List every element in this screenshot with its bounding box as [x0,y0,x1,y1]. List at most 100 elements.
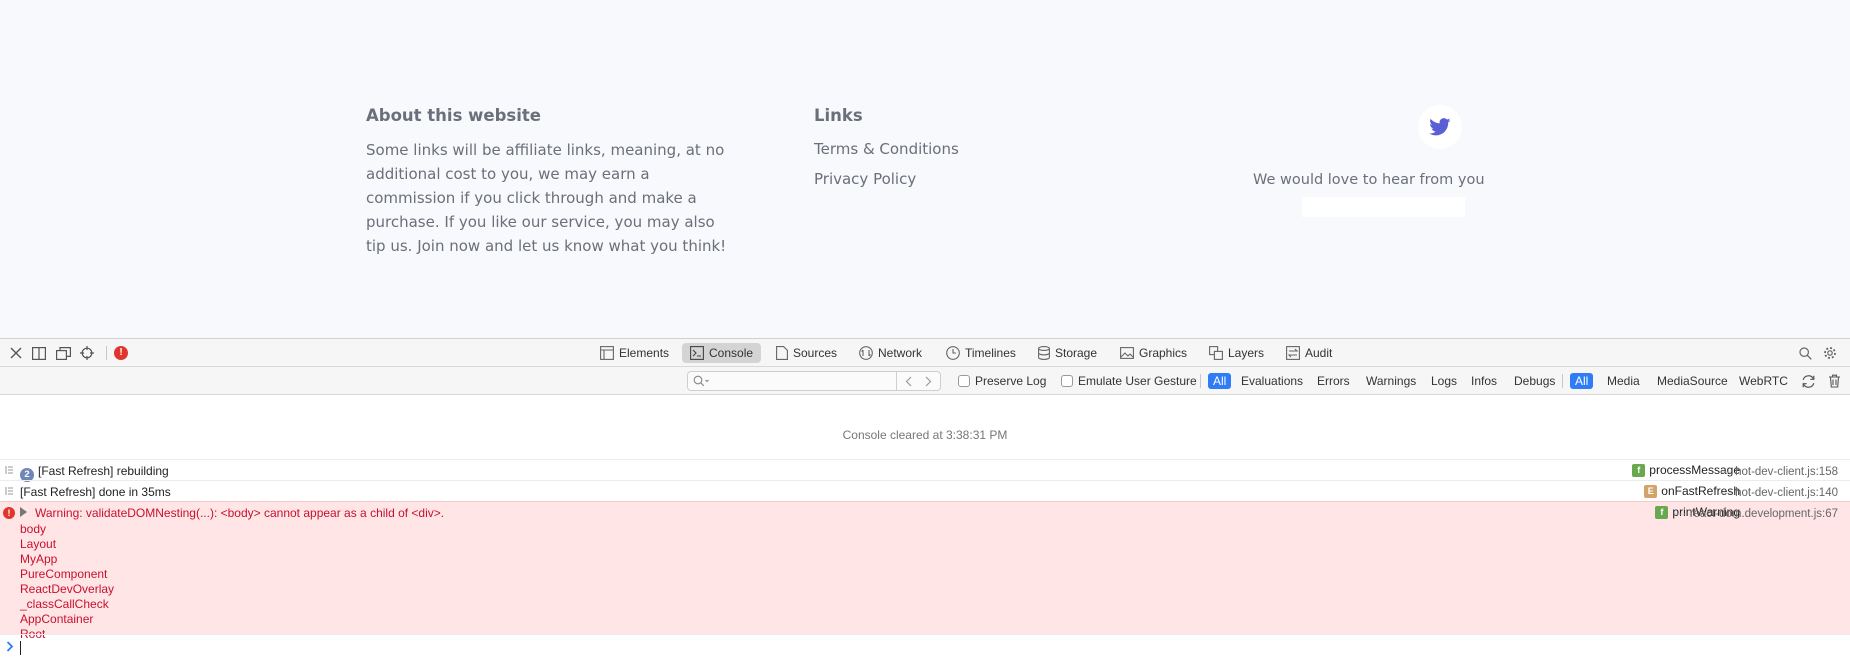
console-output: Console cleared at 3:38:31 PM 2 [Fast Ref… [0,396,1850,667]
network-icon [859,346,873,360]
event-badge-icon: E [1644,484,1658,498]
tab-storage[interactable]: Storage [1030,343,1105,363]
stack-frame: AppContainer [20,612,94,626]
source-location-link[interactable]: — hot-dev-client.js:158 [1720,466,1838,478]
error-indicator-icon[interactable]: ! [114,346,128,360]
filter-divider [1562,374,1563,388]
clear-console-icon[interactable] [1826,373,1842,389]
tab-graphics[interactable]: Graphics [1112,343,1195,363]
console-message-row[interactable]: [Fast Refresh] done in 35ms E onFastRefr… [0,480,1850,501]
message-text: [Fast Refresh] done in 35ms [20,485,171,499]
console-filter-bar: Preserve Log Emulate User Gesture All Ev… [0,367,1850,395]
tab-layers[interactable]: Layers [1201,343,1272,363]
console-icon [690,346,704,360]
previous-match-icon[interactable] [899,373,917,389]
console-input[interactable] [22,639,1822,657]
contact-form-placeholder [1302,197,1465,217]
location-text: react-dom.development.js:67 [1689,508,1838,520]
filter-divider [1200,374,1201,388]
filter-webrtc[interactable]: WebRTC [1734,373,1793,389]
search-icon[interactable] [1797,345,1813,361]
tab-network[interactable]: Network [851,343,930,363]
filter-search-input[interactable] [688,372,888,390]
console-cleared-notice: Console cleared at 3:38:31 PM [842,428,1008,442]
filter-search-icon [693,375,709,387]
timelines-icon [946,346,960,360]
error-message-text[interactable]: Warning: validateDOMNesting(...): <body>… [35,506,444,520]
log-entry-icon [5,487,13,495]
preserve-log-checkbox[interactable]: Preserve Log [958,374,1046,388]
twitter-bird-icon [1429,118,1451,136]
filter-infos[interactable]: Infos [1466,373,1502,389]
tab-label: Network [878,346,923,360]
stack-frame: ReactDevOverlay [20,582,115,596]
twitter-button[interactable] [1418,105,1462,149]
location-text: hot-dev-client.js:140 [1735,487,1838,499]
source-location-link[interactable]: — react-dom.development.js:67 [1674,508,1838,520]
stack-frame: _classCallCheck [20,597,109,611]
checkbox-box [1061,375,1073,387]
storage-icon [1038,346,1050,360]
tab-timelines[interactable]: Timelines [938,343,1024,363]
tab-label: Sources [793,346,838,360]
filter-media[interactable]: Media [1602,373,1645,389]
privacy-link[interactable]: Privacy Policy [814,170,916,188]
audit-icon [1286,346,1300,360]
inspector-tab-bar: ! Elements Console Sources Network Timel… [0,339,1850,367]
graphics-icon [1120,347,1134,359]
checkbox-box [958,375,970,387]
expand-triangle-icon[interactable] [20,507,27,517]
toolbar-divider [106,346,107,360]
filter-debugs[interactable]: Debugs [1509,373,1560,389]
console-error-row[interactable]: ! Warning: validateDOMNesting(...): <bod… [0,501,1850,641]
close-icon[interactable] [8,345,24,361]
filter-mediasource[interactable]: MediaSource [1652,373,1733,389]
site-footer: About this website Some links will be af… [0,0,1850,339]
tab-sources[interactable]: Sources [768,343,845,363]
stack-frame: body [20,522,47,536]
emulate-gesture-checkbox[interactable]: Emulate User Gesture [1061,374,1197,388]
filter-errors[interactable]: Errors [1312,373,1355,389]
filter-logs[interactable]: Logs [1426,373,1462,389]
filter-evaluations[interactable]: Evaluations [1236,373,1308,389]
terms-link[interactable]: Terms & Conditions [814,140,959,158]
function-badge-icon: f [1655,505,1669,519]
gear-icon[interactable] [1822,345,1838,361]
source-location-link[interactable]: — hot-dev-client.js:140 [1720,487,1838,499]
function-badge-icon: f [1632,463,1646,477]
checkbox-label: Emulate User Gesture [1078,374,1197,388]
tab-label: Console [709,346,754,360]
tab-label: Audit [1305,346,1333,360]
tab-audit[interactable]: Audit [1278,343,1340,363]
prompt-chevron-icon [6,641,14,652]
about-title: About this website [366,106,541,125]
log-entry-icon [5,466,13,474]
filter-warnings[interactable]: Warnings [1361,373,1421,389]
dock-side-icon[interactable] [31,345,47,361]
layers-icon [1209,346,1223,360]
web-inspector: ! Elements Console Sources Network Timel… [0,339,1850,667]
text-caret [20,641,21,655]
stack-frame: Layout [20,537,57,551]
detach-window-icon[interactable] [55,345,71,361]
tab-label: Storage [1055,346,1098,360]
location-text: hot-dev-client.js:158 [1735,466,1838,478]
tab-label: Timelines [965,346,1016,360]
inspect-element-icon[interactable] [79,345,95,361]
stack-frame: PureComponent [20,567,108,581]
filter-all-levels[interactable]: All [1208,373,1232,389]
console-message-row[interactable]: 2 [Fast Refresh] rebuilding f processMess… [0,459,1850,482]
next-match-icon[interactable] [919,373,937,389]
tab-elements[interactable]: Elements [592,343,677,363]
filter-all-sources[interactable]: All [1570,373,1594,389]
reload-icon[interactable] [1800,373,1816,389]
tab-label: Layers [1228,346,1265,360]
message-text: [Fast Refresh] rebuilding [38,464,169,478]
about-text: Some links will be affiliate links, mean… [366,141,727,255]
search-divider [896,372,897,390]
contact-text: We would love to hear from you [1253,172,1485,188]
tab-console[interactable]: Console [682,343,762,363]
console-prompt[interactable] [0,634,1850,660]
tab-label: Elements [619,346,670,360]
tab-label: Graphics [1139,346,1188,360]
